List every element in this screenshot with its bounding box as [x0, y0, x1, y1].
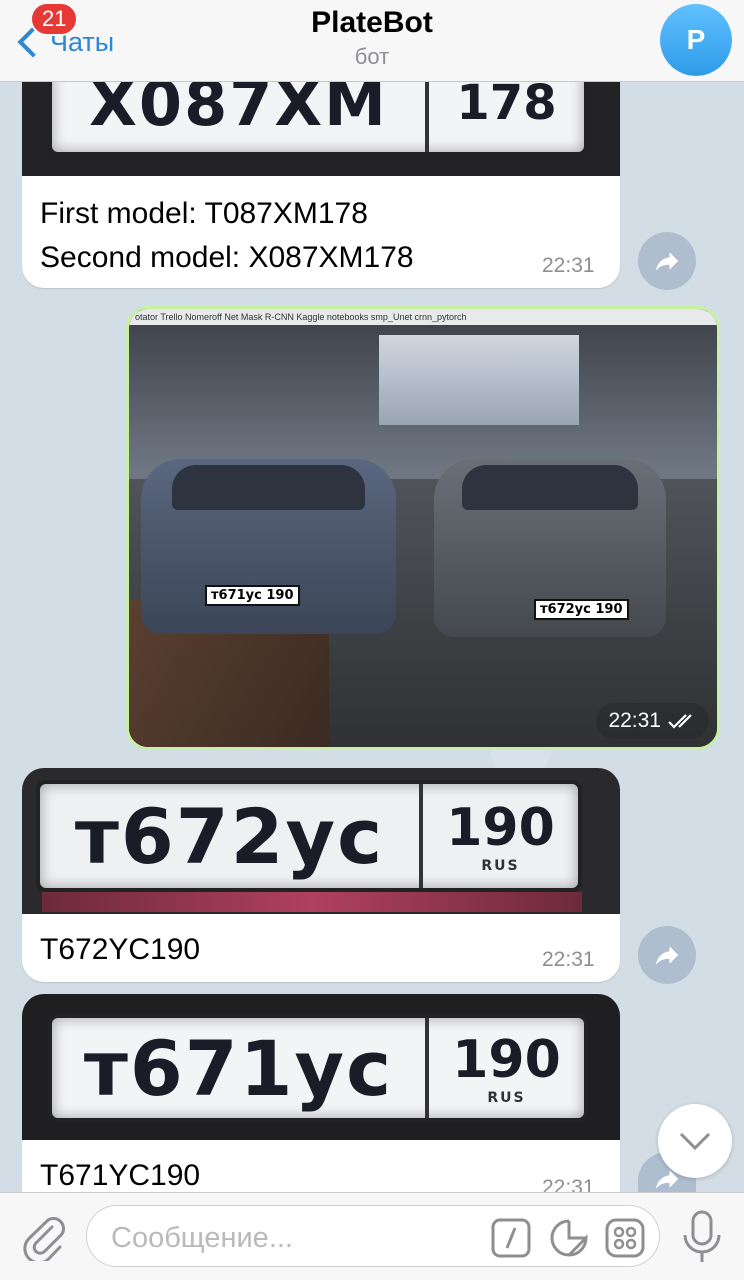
message-input-bar: Сообщение... [0, 1192, 744, 1280]
sticker-icon[interactable] [549, 1218, 589, 1258]
plate-crop-image: т671ус 190 RUS [22, 994, 620, 1140]
photo-timestamp: 22:31 [596, 703, 709, 739]
plate-number: т672ус [40, 784, 423, 888]
plate-number: т671ус [52, 1018, 429, 1118]
photo-time-text: 22:31 [608, 709, 661, 732]
photo-plate-right: т672ус 190 [534, 599, 629, 620]
share-arrow-icon [655, 252, 679, 271]
license-plate: т671ус 190 RUS [48, 1014, 588, 1122]
bot-avatar[interactable]: P [660, 4, 732, 76]
message-input[interactable]: Сообщение... [86, 1205, 660, 1267]
plate-region: 190 [446, 798, 555, 858]
chat-header: Чаты 21 PlateBot бот P [0, 0, 744, 82]
microphone-icon[interactable] [678, 1209, 726, 1265]
plate-result-text: T672YC190 [40, 933, 201, 966]
plate-crop-bottom-strip [42, 892, 582, 912]
chat-title: PlateBot [311, 6, 433, 39]
message-model-results[interactable]: X087XM 178 First model: T087XM178 Second… [22, 60, 620, 288]
first-model-line: First model: T087XM178 [40, 197, 368, 230]
plate-region-block: 190 RUS [429, 1018, 584, 1118]
photo-browser-toolbar: otator Trello Nomeroff Net Mask R-CNN Ka… [129, 309, 717, 325]
message-plate-result[interactable]: т671ус 190 RUS T671YC190 22:31 [22, 994, 620, 1192]
input-placeholder: Сообщение... [111, 1222, 293, 1254]
license-plate: т672ус 190 RUS [36, 780, 582, 892]
plate-country: RUS [487, 1090, 526, 1106]
forward-button[interactable] [638, 926, 696, 984]
second-model-line: Second model: X087XM178 [40, 241, 414, 274]
car-windshield [461, 465, 639, 510]
message-time: 22:31 [542, 1176, 595, 1192]
car-windshield [171, 465, 366, 510]
share-arrow-icon [655, 946, 679, 965]
scroll-to-bottom-button[interactable] [658, 1104, 732, 1178]
photo-car-right: т672ус 190 [434, 459, 666, 637]
plate-region: 190 [452, 1030, 561, 1090]
plate-crop-image: т672ус 190 RUS [22, 768, 620, 914]
sent-photo[interactable]: otator Trello Nomeroff Net Mask R-CNN Ka… [126, 306, 720, 750]
message-time: 22:31 [542, 254, 595, 277]
keyboard-grid-icon[interactable] [605, 1218, 645, 1258]
photo-plate-left: т671ус 190 [205, 585, 300, 606]
message-plate-result[interactable]: т672ус 190 RUS T672YC190 22:31 [22, 768, 620, 982]
chat-title-block[interactable]: PlateBot бот [0, 6, 744, 70]
model-results-text: First model: T087XM178 Second model: X08… [40, 192, 414, 280]
double-check-icon [668, 714, 692, 729]
photo-sky [379, 335, 579, 425]
paperclip-icon[interactable] [18, 1211, 68, 1261]
photo-car-left: т671ус 190 [141, 459, 396, 634]
slash-command-icon[interactable] [491, 1218, 531, 1258]
chat-subtitle: бот [354, 44, 390, 69]
plate-result-text: T671YC190 [40, 1159, 201, 1192]
message-time: 22:31 [542, 948, 595, 971]
forward-button[interactable] [638, 232, 696, 290]
plate-region-block: 190 RUS [423, 784, 578, 888]
chevron-down-icon [679, 1132, 711, 1151]
plate-country: RUS [481, 858, 520, 874]
